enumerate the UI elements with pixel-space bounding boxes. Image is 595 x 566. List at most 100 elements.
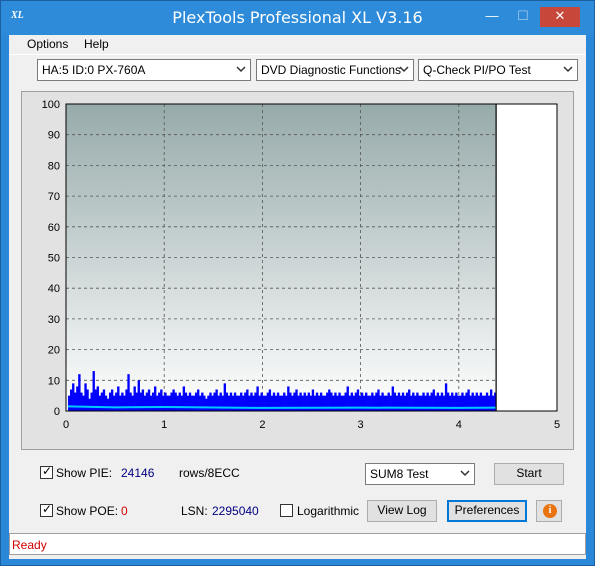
- start-button[interactable]: Start: [494, 463, 564, 485]
- function-select[interactable]: DVD Diagnostic Functions: [256, 59, 414, 81]
- pi-bar: [203, 395, 206, 411]
- pie-value: 24146: [121, 466, 155, 480]
- pi-bar: [178, 392, 181, 411]
- pi-bar: [164, 392, 167, 411]
- pi-po-chart: 0 10 20 30 40 50 60 70 80 90 100 0 1 2 3 4 5: [42, 99, 560, 431]
- close-button[interactable]: ✕: [540, 7, 580, 27]
- menu-options[interactable]: Options: [27, 37, 68, 51]
- view-log-button[interactable]: View Log: [367, 500, 437, 522]
- pi-bar: [369, 395, 372, 411]
- pi-bar: [358, 395, 362, 411]
- y-tick-label: 80: [48, 160, 60, 172]
- pi-bar: [90, 392, 93, 411]
- x-tick-label: 0: [63, 419, 69, 431]
- pi-bar: [205, 398, 208, 411]
- x-tick-label: 2: [259, 419, 265, 431]
- pi-bar: [78, 374, 81, 411]
- y-tick-label: 60: [48, 222, 60, 234]
- menu-help[interactable]: Help: [84, 37, 109, 51]
- pi-bar: [176, 395, 179, 411]
- pi-bar: [149, 395, 153, 411]
- pi-bar: [70, 389, 73, 411]
- chevron-down-icon: [563, 66, 573, 73]
- pi-bar: [211, 395, 214, 411]
- main-window: XL PlexTools Professional XL V3.16 — ☐ ✕…: [0, 0, 595, 566]
- x-tick-label: 3: [358, 419, 364, 431]
- y-tick-label: 40: [48, 283, 60, 295]
- pi-bar: [67, 395, 71, 411]
- drive-select-value: HA:5 ID:0 PX-760A: [42, 63, 146, 77]
- status-text: Ready: [12, 538, 47, 552]
- pi-bar: [221, 395, 224, 411]
- pi-bar: [444, 383, 448, 411]
- y-tick-label: 10: [48, 375, 60, 387]
- pi-bar: [379, 395, 382, 411]
- x-tick-label: 5: [554, 419, 560, 431]
- pi-bar: [190, 395, 194, 411]
- pi-bar: [199, 395, 202, 411]
- pi-bar: [100, 392, 104, 411]
- preferences-button[interactable]: Preferences: [447, 500, 527, 522]
- pi-bar: [207, 395, 210, 411]
- pie-unit: rows/8ECC: [179, 466, 240, 480]
- show-poe-label: Show POE:: [56, 504, 119, 518]
- title-bar[interactable]: XL PlexTools Professional XL V3.16 — ☐ ✕: [1, 1, 594, 35]
- pi-bar: [131, 395, 134, 411]
- pi-bar: [98, 395, 102, 411]
- pi-bar: [123, 395, 126, 411]
- unscanned-region: [496, 104, 557, 411]
- sum-test-select[interactable]: SUM8 Test: [365, 463, 475, 485]
- y-tick-label: 50: [48, 253, 60, 265]
- pi-bar: [80, 392, 83, 411]
- pi-bar: [162, 395, 165, 411]
- chevron-down-icon: [460, 470, 470, 477]
- pi-bar: [217, 395, 220, 411]
- pi-bar: [158, 392, 161, 411]
- pi-bar: [227, 395, 231, 411]
- pi-bar: [104, 395, 108, 411]
- test-select[interactable]: Q-Check PI/PO Test: [418, 59, 578, 81]
- pi-bar: [352, 395, 356, 411]
- pi-bar: [487, 395, 491, 411]
- pi-bar: [151, 392, 155, 411]
- y-tick-label: 70: [48, 191, 60, 203]
- x-tick-label: 1: [161, 419, 167, 431]
- pi-bar: [367, 395, 370, 411]
- pi-bar: [135, 392, 138, 411]
- pi-bar: [362, 395, 366, 411]
- minimize-button[interactable]: —: [479, 7, 505, 27]
- y-tick-label: 0: [54, 406, 60, 418]
- show-poe-checkbox[interactable]: [40, 502, 53, 517]
- info-button[interactable]: i: [536, 500, 562, 522]
- pi-bar: [192, 395, 196, 411]
- pi-bar: [88, 398, 91, 411]
- y-tick-label: 100: [42, 99, 60, 111]
- pi-bar: [348, 395, 351, 411]
- pi-bar: [139, 392, 143, 411]
- y-tick-label: 90: [48, 130, 60, 142]
- show-pie-checkbox[interactable]: [40, 464, 53, 479]
- maximize-button[interactable]: ☐: [510, 7, 536, 27]
- pi-bar: [145, 392, 149, 411]
- chevron-down-icon: [399, 66, 409, 73]
- controls-panel: Show PIE: 24146 rows/8ECC SUM8 Test Star…: [9, 454, 586, 531]
- info-icon: i: [543, 504, 557, 518]
- logarithmic-checkbox[interactable]: [280, 504, 293, 517]
- client-area: Options Help HA:5 ID:0 PX-760A DVD Diagn…: [9, 35, 586, 559]
- pi-bar: [119, 395, 122, 411]
- pi-bar: [186, 395, 190, 411]
- pi-bar: [129, 392, 132, 411]
- window-title: PlexTools Professional XL V3.16: [172, 8, 423, 27]
- test-select-value: Q-Check PI/PO Test: [423, 63, 531, 77]
- drive-select[interactable]: HA:5 ID:0 PX-760A: [37, 59, 251, 81]
- y-tick-label: 30: [48, 314, 60, 326]
- pi-bar: [108, 392, 112, 411]
- chevron-down-icon: [236, 66, 246, 73]
- pi-bar: [184, 392, 188, 411]
- pi-bar: [92, 371, 95, 411]
- pi-bar: [342, 395, 345, 411]
- function-select-value: DVD Diagnostic Functions: [261, 63, 402, 77]
- x-tick-label: 4: [456, 419, 462, 431]
- pi-bar: [174, 392, 177, 411]
- status-bar: Ready: [9, 533, 586, 555]
